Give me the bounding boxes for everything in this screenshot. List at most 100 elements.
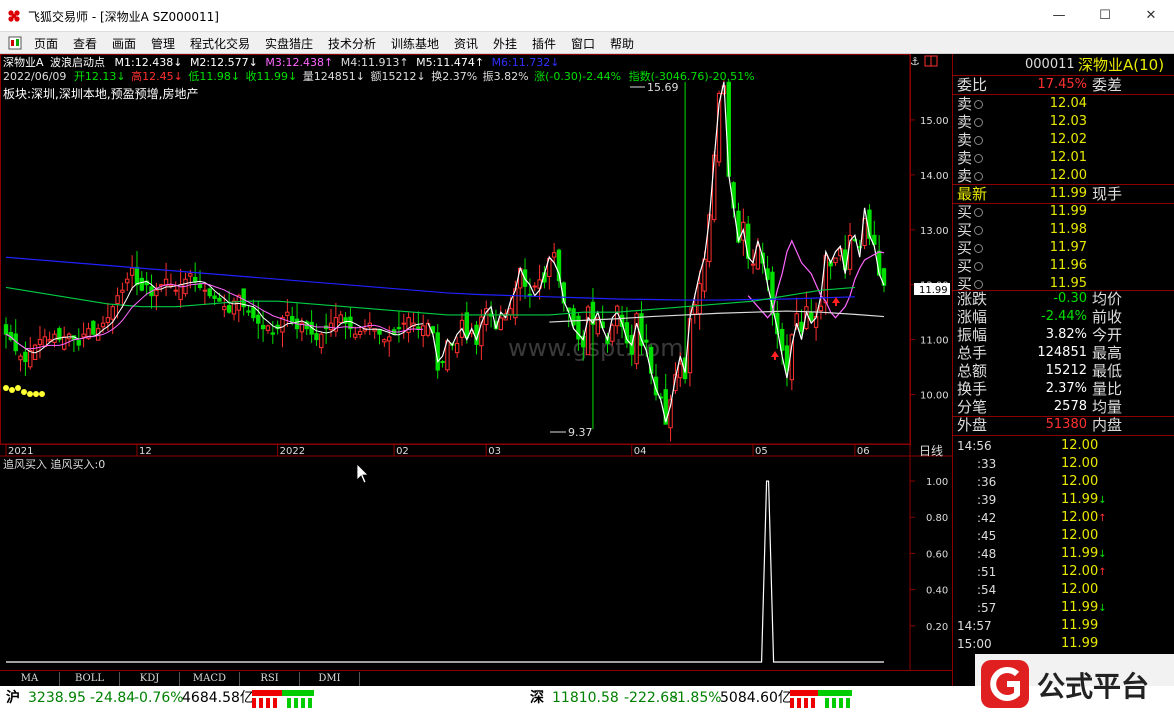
tab-boll[interactable]: BOLL <box>60 672 120 686</box>
stat-row[interactable]: 振幅 3.82% 今开 <box>953 326 1174 344</box>
maximize-button[interactable]: ☐ <box>1082 0 1128 32</box>
down-arrow-icon: ↓ <box>1098 603 1107 614</box>
circle-icon <box>974 262 984 271</box>
kline-chart[interactable]: 深物业A 波浪启动点 M1:12.438↓ M2:12.577↓ M3:12.4… <box>0 54 952 670</box>
sub-indicator-line <box>6 480 884 663</box>
title-bar: 飞狐交易师 - [深物业A SZ000011] — ☐ ✕ <box>0 0 1174 32</box>
candle-down <box>217 297 222 302</box>
tab-kdj[interactable]: KDJ <box>120 672 180 686</box>
sell-row[interactable]: 卖 12.01 <box>953 149 1174 167</box>
sell-row[interactable]: 卖 12.04 <box>953 95 1174 113</box>
sell-row-label: 卖 <box>957 167 984 185</box>
stat-row[interactable]: 分笔 2578 均量 <box>953 398 1174 416</box>
down-arrow-icon: ↓ <box>1098 549 1107 560</box>
sub-tick-label: 0.60 <box>926 549 948 560</box>
candle-up <box>585 306 591 356</box>
sell-row[interactable]: 卖 12.03 <box>953 113 1174 131</box>
candle-up <box>498 317 503 331</box>
candle-down <box>314 333 319 341</box>
buy-row-value: 11.99 <box>1049 204 1087 219</box>
anchor-icon[interactable]: ⚓ <box>910 55 920 68</box>
candle-up <box>750 263 756 266</box>
sell-row-label: 卖 <box>957 95 984 113</box>
tick-price: 12.00 <box>1061 582 1099 597</box>
candle-up <box>173 289 178 292</box>
menu-item-manage[interactable]: 管理 <box>151 35 175 52</box>
close-button[interactable]: ✕ <box>1128 0 1174 32</box>
candle-up <box>110 306 115 320</box>
sell-row[interactable]: 卖 12.00 <box>953 167 1174 185</box>
minimize-button[interactable]: — <box>1036 0 1082 32</box>
tab-macd[interactable]: MACD <box>180 672 240 686</box>
candle-down <box>435 332 440 371</box>
sz-pct: -1.85% <box>672 690 722 706</box>
candle-up <box>115 295 120 305</box>
menu-item-training[interactable]: 训练基地 <box>391 35 439 52</box>
indicator-tab-strip: MA BOLL KDJ MACD RSI DMI <box>0 670 952 686</box>
menu-item-view[interactable]: 查看 <box>73 35 97 52</box>
price-tick-label: 13.00 <box>920 226 949 237</box>
circle-icon <box>974 244 984 253</box>
candle-up <box>125 278 130 284</box>
tab-rsi[interactable]: RSI <box>240 672 300 686</box>
stat-row[interactable]: 涨跌 -0.30 均价 <box>953 290 1174 308</box>
sz-label: 深 <box>530 690 544 706</box>
menu-item-help[interactable]: 帮助 <box>610 35 634 52</box>
menu-item-page[interactable]: 页面 <box>34 35 58 52</box>
buy-row[interactable]: 买 11.99 <box>953 203 1174 221</box>
candle-up <box>454 342 460 354</box>
buy-row-value: 11.97 <box>1049 240 1087 255</box>
sh-amount: 4684.58亿 <box>182 690 254 706</box>
price-tick-label: 15.00 <box>920 116 949 127</box>
sell-row-value: 12.04 <box>1049 96 1087 111</box>
sell-row-label: 卖 <box>957 131 984 149</box>
buy-row[interactable]: 买 11.96 <box>953 257 1174 275</box>
stat-row[interactable]: 总额 15212 最低 <box>953 362 1174 380</box>
menu-item-program-trade[interactable]: 程式化交易 <box>190 35 250 52</box>
buy-row[interactable]: 买 11.98 <box>953 221 1174 239</box>
price-tag: 11.99 <box>919 285 948 296</box>
menu-item-tech-analysis[interactable]: 技术分析 <box>328 35 376 52</box>
watermark-logo-text: 公式平台 <box>1037 670 1149 703</box>
stat-row[interactable]: 总手 124851 最高 <box>953 344 1174 362</box>
candle-up <box>755 245 761 270</box>
candle-down <box>377 328 382 335</box>
stat-row[interactable]: 涨幅 -2.44% 前收 <box>953 308 1174 326</box>
circle-icon <box>974 100 984 109</box>
buy-row[interactable]: 买 11.97 <box>953 239 1174 257</box>
document-icon[interactable] <box>8 36 22 50</box>
menu-item-screen[interactable]: 画面 <box>112 35 136 52</box>
period-label[interactable]: 日线 <box>919 444 943 458</box>
xianshou-label: 现手 <box>1092 185 1123 203</box>
menu-item-plugins[interactable]: 插件 <box>532 35 556 52</box>
stat-row-value: 2.37% <box>1045 381 1087 396</box>
tick-time: 14:57 <box>957 619 992 633</box>
app-logo-icon <box>8 10 20 22</box>
menu-item-hunt[interactable]: 实盘猎庄 <box>265 35 313 52</box>
menu-item-window[interactable]: 窗口 <box>571 35 595 52</box>
sell-row-value: 12.01 <box>1049 150 1087 165</box>
stat-row-label2: 最低 <box>1092 362 1123 380</box>
tick-time: 15:00 <box>957 637 992 651</box>
sell-row[interactable]: 卖 12.02 <box>953 131 1174 149</box>
tab-dmi[interactable]: DMI <box>300 672 360 686</box>
candle-up <box>37 339 43 345</box>
candle-down <box>212 295 217 299</box>
candle-down <box>256 314 261 324</box>
candle-down <box>464 312 470 339</box>
sub-indicator-title: 追风买入 追风买入:0 <box>3 457 105 471</box>
candle-up <box>231 300 237 315</box>
candle-up <box>420 325 426 337</box>
candle-up <box>52 333 57 343</box>
candle-up <box>382 339 387 343</box>
sz-amount: 5084.60亿 <box>720 690 792 706</box>
menu-item-news[interactable]: 资讯 <box>454 35 478 52</box>
stat-row-label2: 前收 <box>1092 308 1123 326</box>
stat-row[interactable]: 换手 2.37% 量比 <box>953 380 1174 398</box>
menu-item-plugin-ext[interactable]: 外挂 <box>493 35 517 52</box>
tab-ma[interactable]: MA <box>0 672 60 686</box>
candle-up <box>401 322 406 325</box>
waipan-row: 外盘 51380 内盘 <box>953 416 1174 434</box>
candle-up <box>202 289 208 292</box>
circle-icon <box>974 118 984 127</box>
